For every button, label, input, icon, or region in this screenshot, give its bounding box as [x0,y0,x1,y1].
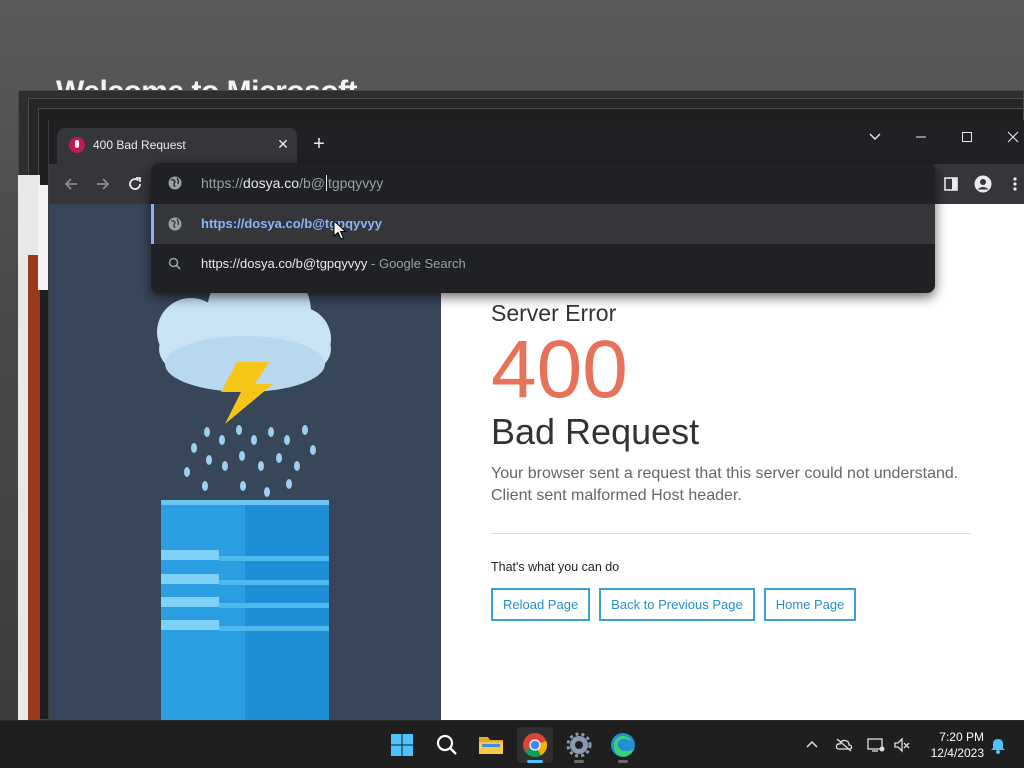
error-content: Server Error 400 Bad Request Your browse… [491,300,981,621]
error-description-line: Your browser sent a request that this se… [491,465,959,482]
home-page-button[interactable]: Home Page [763,588,857,621]
file-explorer-button[interactable] [473,727,509,763]
onedrive-offline-icon[interactable] [834,735,854,755]
mouse-cursor-icon [333,220,347,240]
side-panel-icon[interactable] [939,172,963,196]
clock-time: 7:20 PM [939,730,984,744]
edge-taskbar-button[interactable] [605,727,641,763]
browser-tab[interactable]: 400 Bad Request ✕ [57,128,297,164]
error-title: Bad Request [491,411,700,452]
chrome-icon [523,733,548,758]
search-icon [168,257,181,270]
server-icon [161,500,329,720]
taskbar: 7:20 PM 12/4/2023 [0,720,1024,768]
background-window-edge [28,255,40,720]
address-bar[interactable]: https://dosya.co/b@ tgpqyvyy [151,163,935,203]
search-icon [436,734,457,755]
tab-search-icon[interactable] [855,124,895,152]
running-indicator [618,760,628,763]
error-code: 400 [491,324,628,415]
back-to-previous-page-button[interactable]: Back to Previous Page [599,588,755,621]
chrome-taskbar-button[interactable] [517,727,553,763]
address-bar-input[interactable]: https://dosya.co/b@ tgpqyvyy [201,175,383,191]
text-caret [325,175,327,191]
globe-icon [168,176,182,190]
background-window-edge [38,185,48,290]
volume-muted-icon[interactable] [892,735,912,755]
reload-page-button[interactable]: Reload Page [491,588,591,621]
show-hidden-icons-chevron-icon[interactable] [802,735,822,755]
browser-window: 400 Bad Request ✕ + Server Error 400 Bad… [48,120,1024,720]
tab-strip: 400 Bad Request ✕ + [49,120,1024,164]
error-description-line: Client sent malformed Host header. [491,487,742,504]
maximize-button[interactable] [947,124,987,152]
action-buttons: Reload Page Back to Previous Page Home P… [491,588,981,621]
file-explorer-icon [479,737,503,754]
omnibox-suggestion[interactable]: https://dosya.co/b@tgpqyvyy - Google Sea… [151,244,935,284]
close-window-button[interactable] [993,124,1024,152]
globe-icon [168,217,182,231]
omnibox-suggestion[interactable]: https://dosya.co/b@tgpqyvyy [151,204,935,244]
settings-icon [566,732,592,758]
tab-favicon-icon [69,137,85,153]
back-button[interactable] [57,170,85,198]
settings-taskbar-button[interactable] [561,727,597,763]
network-icon[interactable] [866,735,886,755]
reload-button[interactable] [121,170,149,198]
tab-title: 400 Bad Request [93,138,186,152]
minimize-button[interactable] [901,124,941,152]
start-button[interactable] [384,727,420,763]
edge-icon [611,733,635,757]
clock-date: 12/4/2023 [930,746,984,760]
forward-button[interactable] [89,170,117,198]
omnibox-dropdown: https://dosya.co/b@ tgpqyvyy https://dosy… [151,163,935,293]
suggestion-url: https://dosya.co/b@tgpqyvyy [201,216,382,231]
background-window-title: Welcome to Microsoft [56,75,358,92]
divider [491,533,971,534]
actions-label: That's what you can do [491,560,620,574]
error-description: Your browser sent a request that this se… [491,463,981,507]
suggestion-query: https://dosya.co/b@tgpqyvyy - Google Sea… [201,256,466,271]
new-tab-button[interactable]: + [307,132,331,156]
tab-close-icon[interactable]: ✕ [273,134,293,154]
windows-start-icon [391,734,413,756]
error-label: Server Error [491,300,617,326]
taskbar-search-button[interactable] [429,727,465,763]
menu-icon[interactable] [1003,172,1024,196]
clock[interactable]: 7:20 PM 12/4/2023 [916,729,984,761]
active-indicator [527,760,543,763]
profile-icon[interactable] [971,172,995,196]
notification-bell-icon[interactable] [988,735,1008,755]
rain-icon [184,425,316,497]
running-indicator [574,760,584,763]
